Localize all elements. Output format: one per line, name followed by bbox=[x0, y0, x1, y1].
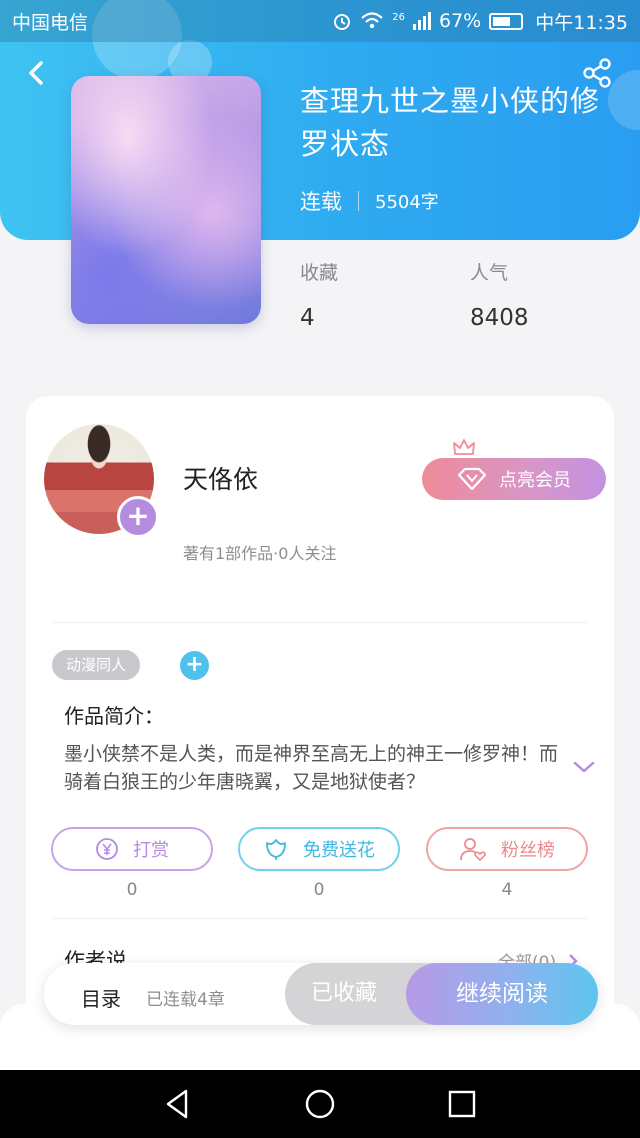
yuan-coin-icon bbox=[96, 838, 118, 860]
popularity-label: 人气 bbox=[470, 262, 509, 284]
word-count: 5504字 bbox=[375, 192, 439, 213]
continue-reading-button[interactable]: 继续阅读 bbox=[406, 963, 598, 1025]
toc-button[interactable]: 目录 bbox=[81, 983, 121, 1012]
battery-level bbox=[493, 16, 511, 26]
author-name[interactable]: 天佫依 bbox=[183, 460, 258, 496]
tip-count: 0 bbox=[126, 880, 138, 900]
intro-text: 墨小侠禁不是人类，而是神界至高无上的神王一修罗神！而骑着白狼王的少年唐晓翼，又是… bbox=[64, 743, 559, 793]
flower-count: 0 bbox=[313, 880, 325, 900]
status-icons: 26 67% 中午11:35 bbox=[332, 8, 628, 35]
send-flower-button[interactable]: 免费送花 bbox=[238, 827, 400, 871]
popularity-stat: 人气 8408 bbox=[470, 258, 529, 331]
book-title: 查理九世之墨小侠的修罗状态 bbox=[300, 84, 601, 161]
signal-icon bbox=[413, 12, 431, 30]
meta-divider bbox=[358, 191, 359, 211]
crown-icon bbox=[453, 439, 475, 455]
clock: 中午11:35 bbox=[535, 11, 628, 34]
favorites-value: 4 bbox=[300, 305, 315, 331]
alarm-icon bbox=[334, 14, 351, 30]
carrier-label: 中国电信 bbox=[12, 11, 89, 34]
vip-button-label: 点亮会员 bbox=[499, 470, 571, 491]
user-heart-icon bbox=[460, 838, 486, 862]
author-info: 著有1部作品·0人关注 bbox=[183, 544, 337, 563]
divider bbox=[52, 622, 588, 623]
nav-recents-icon[interactable] bbox=[444, 1086, 480, 1122]
popularity-value: 8408 bbox=[470, 305, 529, 331]
chapter-count: 已连载4章 bbox=[146, 990, 225, 1010]
nav-back-icon[interactable] bbox=[160, 1086, 196, 1122]
status-bar: 中国电信 26 67% 中午11:35 bbox=[0, 0, 640, 42]
fans-count: 4 bbox=[501, 880, 513, 900]
nav-home-icon[interactable] bbox=[302, 1086, 338, 1122]
serial-status: 连载 bbox=[300, 190, 342, 214]
tip-label: 打赏 bbox=[133, 840, 169, 861]
battery-icon bbox=[489, 12, 524, 30]
book-meta: 连载 5504字 bbox=[300, 186, 439, 216]
favorites-label: 收藏 bbox=[300, 262, 339, 284]
vip-button[interactable]: 点亮会员 bbox=[422, 458, 606, 500]
chevron-down-icon[interactable] bbox=[572, 758, 596, 776]
genre-tag[interactable]: 动漫同人 bbox=[52, 650, 141, 680]
fans-ranking-label: 粉丝榜 bbox=[501, 840, 555, 861]
diamond-icon bbox=[457, 467, 487, 491]
add-tag-icon[interactable]: + bbox=[180, 651, 209, 680]
send-flower-label: 免费送花 bbox=[303, 840, 375, 861]
flower-icon bbox=[266, 839, 286, 860]
back-icon[interactable] bbox=[22, 58, 52, 88]
battery-percent: 67% bbox=[439, 10, 482, 32]
wifi-icon bbox=[361, 12, 384, 29]
follow-plus-icon[interactable]: + bbox=[117, 496, 159, 538]
network-type: 26 bbox=[392, 11, 405, 23]
book-cover[interactable] bbox=[71, 76, 261, 324]
tip-button[interactable]: 打赏 bbox=[51, 827, 213, 871]
fans-ranking-button[interactable]: 粉丝榜 bbox=[426, 827, 588, 871]
intro-label: 作品简介： bbox=[64, 704, 164, 728]
favorites-stat: 收藏 4 bbox=[300, 258, 338, 331]
book-detail-page: 中国电信 26 67% 中午11:35 查理九世之墨小侠的修罗状态 连载 550… bbox=[0, 0, 640, 1138]
divider bbox=[52, 918, 588, 919]
